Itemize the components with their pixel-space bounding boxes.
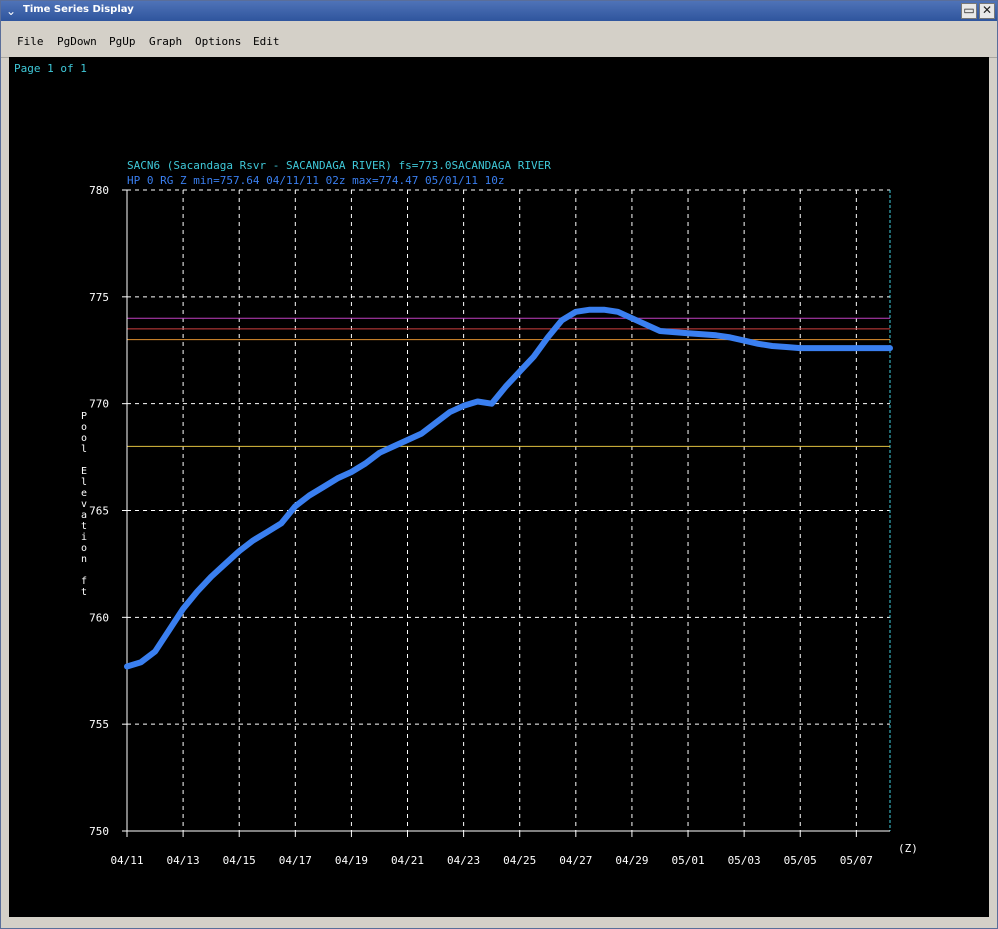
y-tick-label: 755	[89, 718, 109, 731]
y-tick-labels: 780 775 770 765 760 755 750	[89, 184, 109, 838]
x-tick-label: 04/23	[447, 854, 480, 867]
y-label-char: E	[81, 466, 87, 477]
x-tick-label: 05/03	[728, 854, 761, 867]
y-label-char: o	[81, 433, 87, 444]
window-menu-icon[interactable]: ⌄	[3, 3, 19, 19]
page-label: Page 1 of 1	[14, 62, 87, 75]
x-tick-label: 04/27	[559, 854, 592, 867]
x-tick-labels: 04/11 04/13 04/15 04/17 04/19 04/21 04/23 04/25…	[110, 854, 872, 867]
y-tick-label: 770	[89, 398, 109, 411]
graph-canvas[interactable]: Page 1 of 1 SACN6 (Sacandaga Rsvr - SACA…	[9, 57, 989, 917]
y-label-char: i	[81, 532, 87, 543]
y-axis-label: PoolElevationft	[81, 411, 87, 598]
x-tick-label: 05/05	[784, 854, 817, 867]
axes	[122, 189, 890, 837]
y-tick-label: 780	[89, 184, 109, 197]
x-tick-label: 04/15	[223, 854, 256, 867]
y-label-char: t	[81, 587, 87, 598]
y-tick-label: 765	[89, 505, 109, 518]
close-button[interactable]: ✕	[979, 3, 995, 19]
series-line	[124, 306, 893, 670]
menu-pgup[interactable]: PgUp	[109, 35, 136, 48]
x-tick-label: 05/07	[840, 854, 873, 867]
x-tick-label: 04/17	[279, 854, 312, 867]
x-unit-label: (Z)	[898, 842, 918, 855]
y-tick-label: 760	[89, 611, 109, 624]
y-label-char: P	[81, 411, 87, 422]
y-label-char: l	[81, 477, 87, 488]
menu-pgdown[interactable]: PgDown	[57, 35, 97, 48]
y-label-char: o	[81, 543, 87, 554]
y-label-char: a	[81, 510, 87, 521]
title-bar[interactable]: ⌄ Time Series Display ▭ ✕	[1, 1, 997, 21]
x-tick-label: 04/29	[615, 854, 648, 867]
menu-graph[interactable]: Graph	[149, 35, 182, 48]
app-window: ⌄ Time Series Display ▭ ✕ File PgDown Pg…	[0, 0, 998, 929]
status-strip	[1, 917, 997, 928]
minimize-button[interactable]: ▭	[961, 3, 977, 19]
y-tick-label: 775	[89, 291, 109, 304]
x-tick-label: 04/21	[391, 854, 424, 867]
menu-options[interactable]: Options	[195, 35, 241, 48]
y-tick-label: 750	[89, 825, 109, 838]
y-label-char: e	[81, 488, 87, 499]
y-label-char: v	[81, 499, 87, 510]
x-tick-label: 04/19	[335, 854, 368, 867]
menu-file[interactable]: File	[17, 35, 44, 48]
x-tick-label: 04/13	[167, 854, 200, 867]
y-label-char: n	[81, 554, 87, 565]
time-series-chart[interactable]: Page 1 of 1 SACN6 (Sacandaga Rsvr - SACA…	[9, 57, 989, 917]
chart-title: SACN6 (Sacandaga Rsvr - SACANDAGA RIVER)…	[127, 159, 551, 172]
y-label-char: l	[81, 444, 87, 455]
window-title: Time Series Display	[23, 4, 134, 15]
menu-edit[interactable]: Edit	[253, 35, 280, 48]
y-label-char: f	[81, 576, 87, 587]
series-layer	[124, 306, 893, 670]
x-tick-label: 04/25	[503, 854, 536, 867]
chart-subtitle: HP 0 RG Z min=757.64 04/11/11 02z max=77…	[127, 174, 505, 187]
menu-bar: File PgDown PgUp Graph Options Edit	[1, 21, 997, 58]
x-tick-label: 04/11	[110, 854, 143, 867]
grid	[127, 189, 891, 831]
x-tick-label: 05/01	[671, 854, 704, 867]
y-label-char: t	[81, 521, 87, 532]
y-label-char: o	[81, 422, 87, 433]
